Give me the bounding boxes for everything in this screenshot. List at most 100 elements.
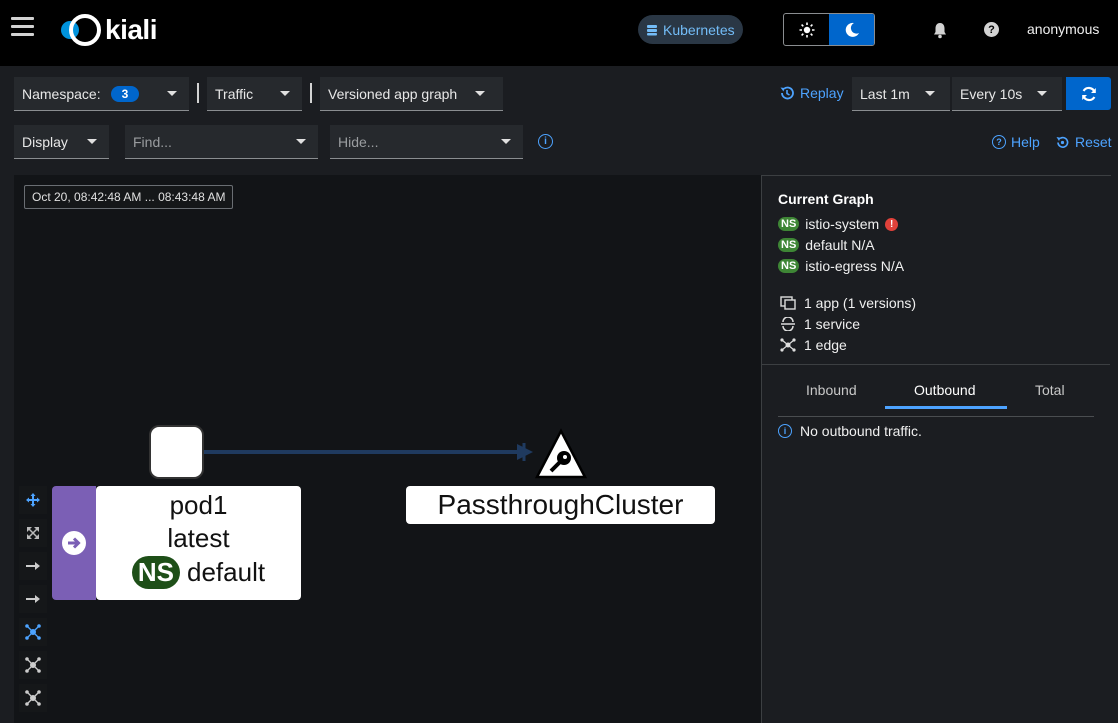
node-name: pod1: [169, 490, 228, 520]
app-node-shape[interactable]: [149, 425, 204, 479]
layout-arrow-icon[interactable]: [19, 552, 47, 580]
help-button[interactable]: ? Help: [992, 134, 1040, 150]
active-tab-indicator: [885, 406, 1007, 409]
help-label: Help: [1011, 134, 1040, 150]
divider: [197, 83, 199, 103]
user-menu[interactable]: anonymous: [1027, 21, 1099, 37]
edge-count-text: 1 edge: [804, 337, 847, 353]
display-dropdown[interactable]: Display: [14, 125, 109, 159]
service-entry-node-icon[interactable]: [534, 428, 588, 480]
graph-type-label: Versioned app graph: [328, 85, 458, 102]
traffic-dropdown[interactable]: Traffic: [207, 77, 302, 111]
topology-icon: [780, 338, 796, 352]
duration-dropdown[interactable]: Last 1m: [852, 77, 950, 111]
caret-down-icon: [167, 91, 177, 96]
replay-button[interactable]: Replay: [779, 85, 844, 101]
layout-1-icon[interactable]: [19, 651, 47, 679]
graph-canvas[interactable]: Oct 20, 08:42:48 AM ... 08:43:48 AM pod1…: [14, 175, 761, 723]
namespace-name: default N/A: [805, 237, 875, 253]
caret-down-icon: [925, 91, 935, 96]
service-icon: [781, 317, 795, 331]
kiali-logo[interactable]: kiali: [57, 14, 157, 46]
caret-down-icon: [475, 91, 485, 96]
dark-theme-button[interactable]: [829, 14, 874, 45]
caret-down-icon: [280, 91, 290, 96]
node-namespace: default: [187, 557, 266, 587]
traffic-label: Traffic: [215, 85, 254, 102]
hamburger-menu-icon[interactable]: [11, 17, 34, 37]
node-version: latest: [167, 523, 230, 553]
database-icon: [647, 24, 657, 35]
info-icon: i: [778, 424, 792, 438]
reset-button[interactable]: Reset: [1055, 134, 1112, 150]
help-icon[interactable]: ?: [984, 22, 999, 37]
app-count-row: 1 app (1 versions): [780, 295, 916, 311]
namespace-label: Namespace:: [22, 85, 101, 102]
info-icon[interactable]: i: [538, 134, 553, 149]
refresh-interval-dropdown[interactable]: Every 10s: [952, 77, 1062, 111]
edge-count-row: 1 edge: [780, 337, 847, 353]
find-input[interactable]: Find...: [125, 125, 318, 159]
namespace-dropdown[interactable]: Namespace: 3: [14, 77, 189, 111]
notifications-bell-icon[interactable]: [932, 22, 948, 44]
namespace-row: NS default N/A: [778, 237, 875, 253]
message-text: No outbound traffic.: [800, 423, 922, 439]
moon-icon: [845, 22, 859, 37]
layout-2-icon[interactable]: [19, 684, 47, 712]
ns-badge: NS: [778, 238, 800, 252]
cluster-label: Kubernetes: [663, 21, 735, 38]
namespace-name: istio-system: [805, 216, 880, 232]
caret-down-icon: [1037, 91, 1047, 96]
logo-text: kiali: [105, 14, 157, 45]
sun-icon: [799, 22, 814, 37]
help-circle-icon: ?: [992, 135, 1006, 149]
ns-badge: NS: [778, 259, 800, 273]
masthead: kiali Kubernetes ? anonymous: [0, 0, 1118, 66]
service-count-row: 1 service: [780, 316, 860, 332]
error-icon[interactable]: !: [885, 217, 899, 231]
refresh-interval-label: Every 10s: [960, 85, 1023, 102]
layout-default-icon[interactable]: [19, 618, 47, 646]
reset-label: Reset: [1075, 134, 1112, 150]
divider: [778, 416, 1094, 417]
pan-icon[interactable]: [19, 486, 47, 514]
tab-inbound[interactable]: Inbound: [806, 382, 857, 398]
app-count-text: 1 app (1 versions): [804, 295, 917, 311]
divider: [310, 83, 312, 103]
namespace-row: NS istio-egress N/A: [778, 258, 904, 274]
namespace-count-badge: 3: [110, 85, 140, 102]
reset-icon: [1056, 136, 1069, 148]
hide-input[interactable]: Hide...: [330, 125, 523, 159]
expand-icon[interactable]: [19, 519, 47, 547]
theme-toggle[interactable]: [783, 13, 875, 46]
history-icon: [780, 86, 794, 100]
replay-label: Replay: [800, 85, 844, 101]
caret-down-icon: [87, 139, 97, 144]
duration-label: Last 1m: [860, 85, 910, 102]
ns-badge: NS: [778, 217, 800, 231]
refresh-button[interactable]: [1066, 77, 1111, 110]
app-box[interactable]: [52, 486, 96, 600]
sync-icon: [1081, 86, 1096, 101]
graph-type-dropdown[interactable]: Versioned app graph: [320, 77, 503, 111]
source-node-label[interactable]: pod1 latest NS default: [96, 486, 301, 600]
app-icon: [780, 296, 796, 310]
cluster-badge[interactable]: Kubernetes: [638, 15, 743, 44]
hide-placeholder: Hide...: [338, 133, 379, 150]
summary-panel: Current Graph NS istio-system ! NS defau…: [761, 175, 1111, 723]
service-count-text: 1 service: [804, 316, 861, 332]
namespace-row: NS istio-system !: [778, 216, 899, 232]
namespace-name: istio-egress N/A: [805, 258, 905, 274]
display-label: Display: [22, 133, 68, 150]
panel-title: Current Graph: [778, 191, 874, 207]
find-placeholder: Find...: [133, 133, 172, 150]
ns-badge: NS: [131, 556, 181, 589]
layout-arrow-icon[interactable]: [19, 585, 47, 613]
light-theme-button[interactable]: [784, 14, 829, 45]
target-node-label[interactable]: PassthroughCluster: [406, 486, 715, 524]
tab-total[interactable]: Total: [1035, 382, 1065, 398]
graph-edges: [204, 443, 533, 461]
caret-down-icon: [501, 139, 511, 144]
arrow-right-circle-icon: [62, 531, 86, 555]
tab-outbound[interactable]: Outbound: [914, 382, 976, 398]
